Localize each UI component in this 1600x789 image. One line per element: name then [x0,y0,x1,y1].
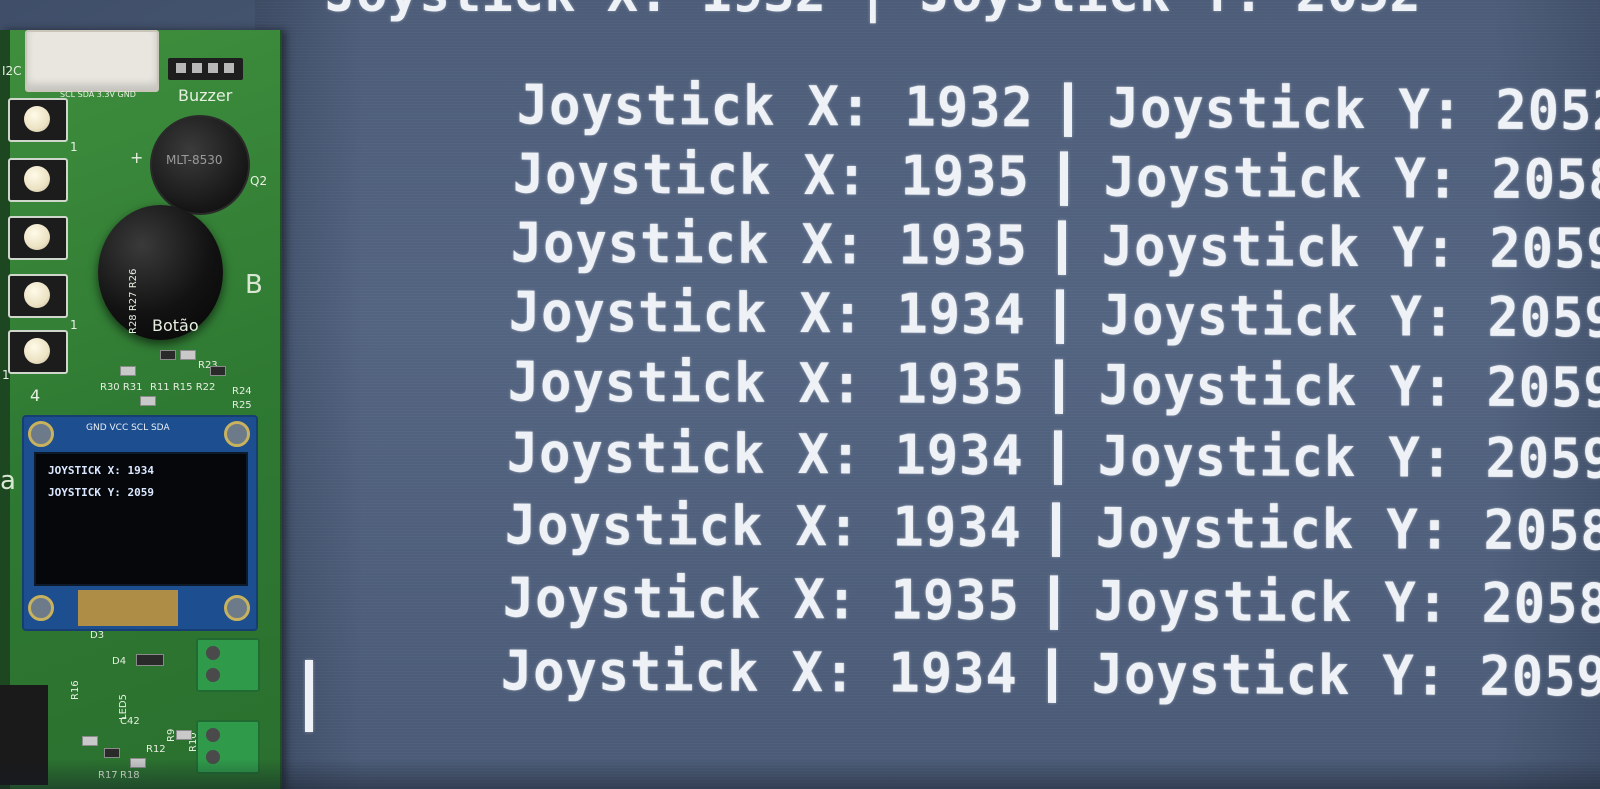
smd-part [176,730,192,740]
pcb-board: I2C SCL SDA 3.3V GND Buzzer MLT-8530 + Q… [0,30,282,789]
buzzer: MLT-8530 [150,115,250,215]
photo-scene: Joystick X: 1932 | Joystick Y: 2052 Joys… [0,0,1600,789]
board-edge [0,30,10,789]
oled-pin-labels: GND VCC SCL SDA [86,423,170,433]
silk-r16: R16 [70,680,81,700]
column-separator [1047,648,1056,703]
serial-monitor-terminal: Joystick X: 1932 | Joystick Y: 2052 Joys… [255,0,1600,789]
silk-buzzer: Buzzer [178,86,233,105]
silk-refs: R30 R31 [100,382,143,393]
silk-d4: D4 [112,656,127,667]
push-button[interactable] [8,158,68,202]
buzzer-marking: MLT-8530 [166,153,223,167]
screw-terminal [196,720,260,774]
silk-r25: R25 [232,400,252,411]
screw-terminal [196,638,260,692]
silk-d3: D3 [90,630,105,641]
silk-plus: + [130,148,144,167]
header-pins [168,58,243,80]
silk-pin-labels: SCL SDA 3.3V GND [60,90,136,99]
silk-c42: C42 [120,716,140,727]
silk-i2c: I2C [2,64,22,78]
push-button[interactable] [8,216,68,260]
push-button[interactable] [8,98,68,142]
mount-hole [28,421,54,447]
silk-1: 1 [2,368,10,382]
silk-a: a [0,466,16,496]
i2c-connector [25,30,159,92]
oled-line-y: JOYSTICK Y: 2059 [48,486,154,499]
silk-q2: Q2 [250,174,268,188]
smd-part [160,350,176,360]
smd-part [180,350,196,360]
oled-flex-cable [78,590,178,626]
terminal-line: Joystick X: 1934 Joystick Y: 2059 [307,576,1600,772]
x-value: 1934 [888,642,1018,706]
silk-refs: R28 R27 R26 [128,268,139,334]
x-label: Joystick X: [500,640,889,706]
text-cursor [305,660,313,732]
inductor [0,685,48,785]
push-button[interactable] [8,330,68,374]
silk-r12: R12 [146,744,166,755]
mount-hole [224,595,250,621]
silk-b: B [245,270,263,300]
oled-line-x: JOYSTICK X: 1934 [48,464,154,477]
silk-r17: R17 [98,770,118,781]
smd-part [210,366,226,376]
push-button[interactable] [8,274,68,318]
silk-r18: R18 [120,770,140,781]
smd-part [136,654,164,666]
smd-part [140,396,156,406]
silk-4: 4 [30,386,41,405]
silk-1: 1 [70,140,78,154]
silk-botao: Botão [152,316,199,335]
smd-part [130,758,146,768]
y-value: 2059 [1479,645,1600,710]
smd-part [104,748,120,758]
silk-refs: R11 R15 R22 [150,382,216,393]
y-label: Joystick Y: [1091,643,1480,709]
silk-1: 1 [70,318,78,332]
mount-hole [224,421,250,447]
smd-part [120,366,136,376]
oled-screen: JOYSTICK X: 1934 JOYSTICK Y: 2059 [34,452,248,586]
silk-r24: R24 [232,386,252,397]
mount-hole [28,595,54,621]
smd-part [82,736,98,746]
